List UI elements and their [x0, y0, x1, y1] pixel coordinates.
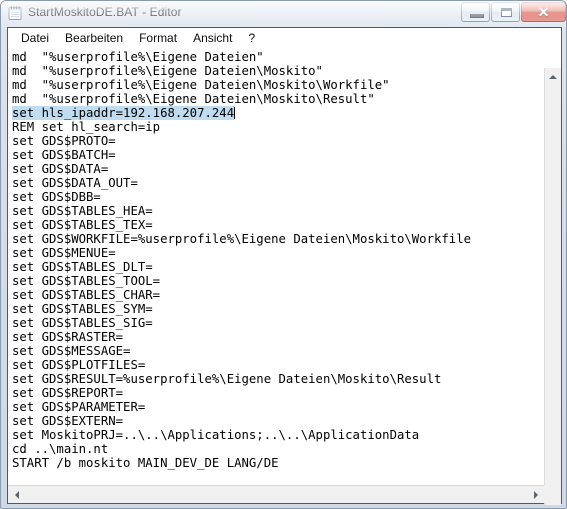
editor-line[interactable]: md "%userprofile%\Eigene Dateien\Moskito… — [12, 64, 538, 78]
editor-line[interactable]: set GDS$MESSAGE= — [12, 344, 538, 358]
editor-line[interactable]: set hls_ipaddr=192.168.207.244 — [12, 106, 538, 120]
editor-line[interactable]: set GDS$TABLES_TEX= — [12, 218, 538, 232]
editor-line[interactable]: cd ..\main.nt — [12, 442, 538, 456]
editor-line[interactable]: set GDS$DATA= — [12, 162, 538, 176]
arrow-left-icon — [14, 490, 19, 499]
close-icon: ✕ — [537, 4, 550, 20]
menu-help[interactable]: ? — [240, 29, 263, 47]
editor-line[interactable]: set GDS$TABLES_SIG= — [12, 316, 538, 330]
scroll-left-button[interactable] — [8, 486, 25, 503]
editor-line[interactable]: md "%userprofile%\Eigene Dateien" — [12, 50, 538, 64]
editor-line[interactable]: md "%userprofile%\Eigene Dateien\Moskito… — [12, 78, 538, 92]
client-area: Datei Bearbeiten Format Ansicht ? md "%u… — [7, 27, 562, 505]
editor-region: md "%userprofile%\Eigene Dateien" md "%us… — [8, 48, 561, 505]
editor-line[interactable]: set GDS$PARAMETER= — [12, 400, 538, 414]
text-caret — [234, 107, 236, 119]
close-button[interactable]: ✕ — [521, 2, 566, 22]
maximize-button[interactable] — [491, 2, 520, 22]
editor-line[interactable]: REM set hl_search=ip — [12, 120, 538, 134]
minimize-button[interactable] — [461, 2, 490, 22]
menu-ansicht[interactable]: Ansicht — [185, 29, 240, 47]
notepad-icon — [7, 5, 23, 21]
scroll-up-button[interactable] — [545, 68, 561, 85]
arrow-right-icon — [533, 490, 538, 499]
editor-line[interactable]: md "%userprofile%\Eigene Dateien\Moskito… — [12, 92, 538, 106]
maximize-icon — [501, 8, 512, 17]
editor-line[interactable]: set GDS$TABLES_HEA= — [12, 204, 538, 218]
vertical-scrollbar[interactable] — [544, 68, 561, 505]
window-controls: ✕ — [460, 2, 566, 23]
scrollbar-corner — [544, 485, 561, 503]
editor-line[interactable]: START /b moskito MAIN_DEV_DE LANG/DE — [12, 456, 538, 470]
text-editor[interactable]: md "%userprofile%\Eigene Dateien" md "%us… — [8, 48, 538, 485]
editor-line[interactable]: set GDS$BATCH= — [12, 148, 538, 162]
editor-line[interactable]: set GDS$MENUE= — [12, 246, 538, 260]
horizontal-scrollbar[interactable] — [8, 485, 561, 503]
editor-line[interactable]: set GDS$WORKFILE=%userprofile%\Eigene Da… — [12, 232, 538, 246]
editor-line[interactable]: set GDS$RESULT=%userprofile%\Eigene Date… — [12, 372, 538, 386]
editor-line[interactable]: set GDS$TABLES_DLT= — [12, 260, 538, 274]
editor-line[interactable]: set GDS$EXTERN= — [12, 414, 538, 428]
editor-line[interactable]: set GDS$DATA_OUT= — [12, 176, 538, 190]
editor-line[interactable]: set GDS$PLOTFILES= — [12, 358, 538, 372]
title-bar[interactable]: StartMoskitoDE.BAT - Editor ✕ — [1, 1, 566, 26]
editor-line[interactable]: set GDS$TABLES_CHAR= — [12, 288, 538, 302]
notepad-window: StartMoskitoDE.BAT - Editor ✕ Datei Bear… — [0, 0, 567, 509]
editor-line[interactable]: set GDS$PROTO= — [12, 134, 538, 148]
menu-bearbeiten[interactable]: Bearbeiten — [57, 29, 131, 47]
menu-datei[interactable]: Datei — [13, 29, 57, 47]
arrow-up-icon — [549, 74, 557, 79]
editor-line[interactable]: set GDS$DBB= — [12, 190, 538, 204]
editor-line[interactable]: set GDS$TABLES_SYM= — [12, 302, 538, 316]
selected-text: set hls_ipaddr=192.168.207.244 — [12, 106, 235, 120]
minimize-icon — [470, 14, 484, 18]
editor-line[interactable]: set GDS$RASTER= — [12, 330, 538, 344]
editor-line[interactable]: set GDS$REPORT= — [12, 386, 538, 400]
window-title: StartMoskitoDE.BAT - Editor — [28, 5, 182, 19]
scroll-right-button[interactable] — [527, 486, 544, 503]
editor-line[interactable]: set MoskitoPRJ=..\..\Applications;..\..\… — [12, 428, 538, 442]
menu-format[interactable]: Format — [131, 29, 185, 47]
editor-line[interactable]: set GDS$TABLES_TOOL= — [12, 274, 538, 288]
menu-bar: Datei Bearbeiten Format Ansicht ? — [8, 28, 561, 48]
